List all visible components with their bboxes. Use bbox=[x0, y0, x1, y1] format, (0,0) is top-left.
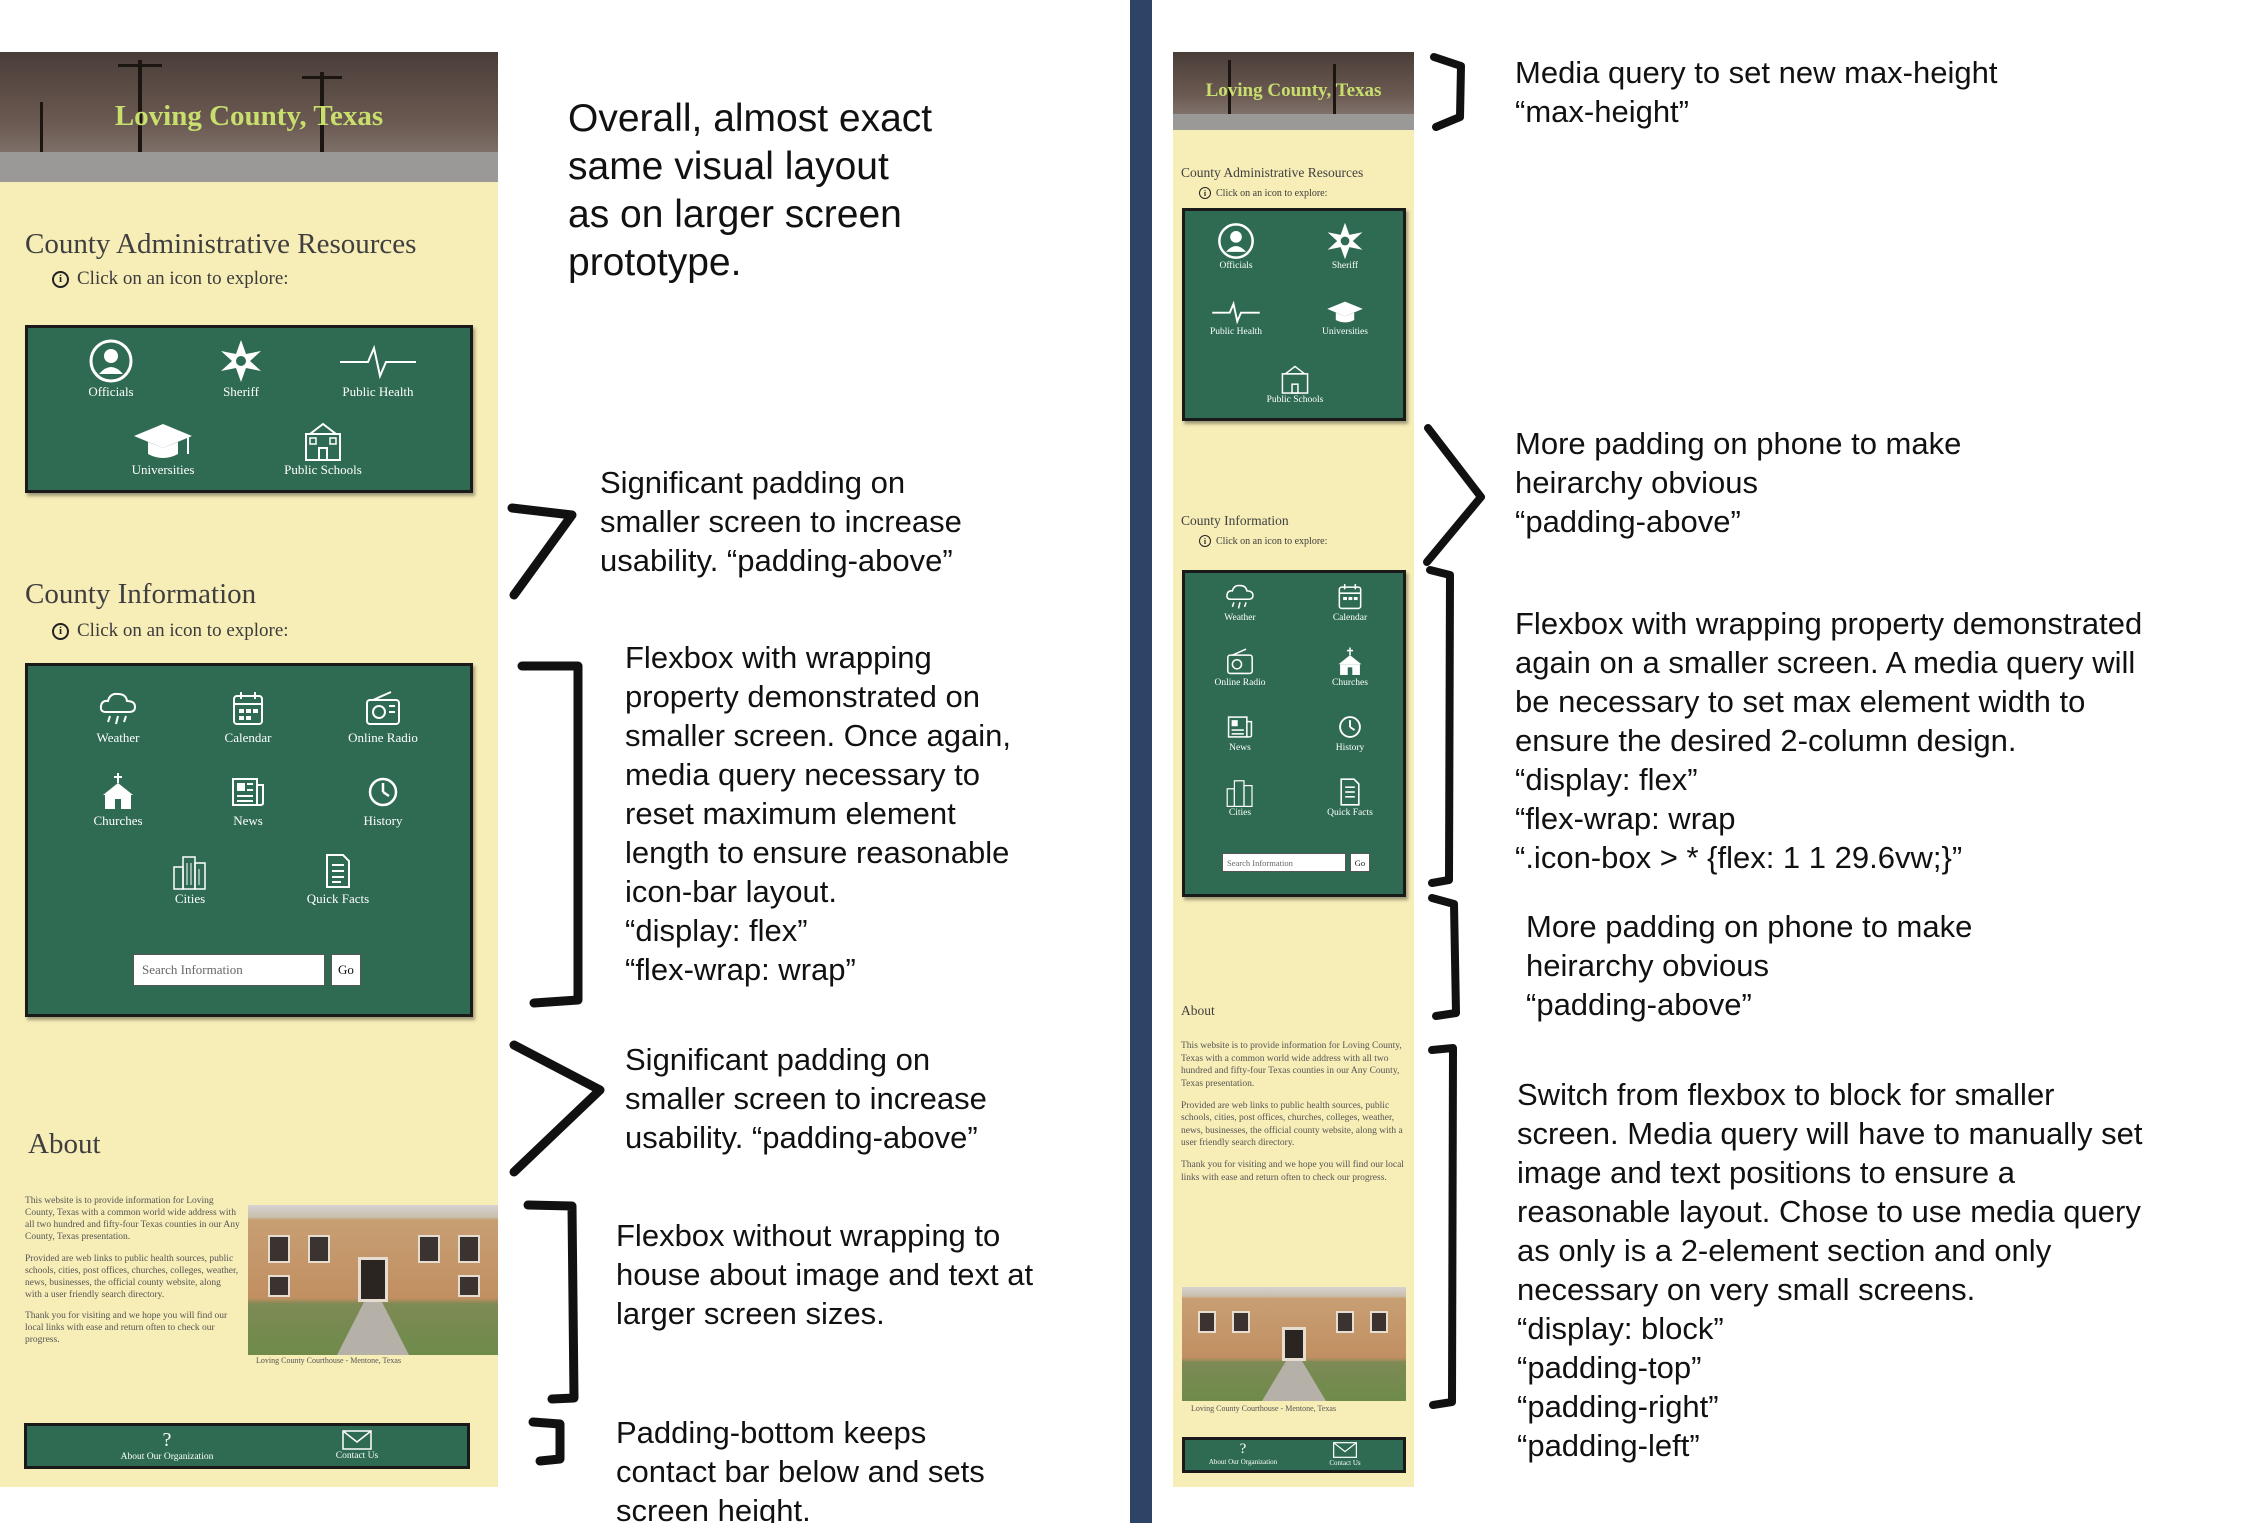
note-right-flexbox: Flexbox with wrapping property demonstra… bbox=[1515, 606, 2143, 875]
bracket-chevron-3 bbox=[1423, 424, 1485, 566]
bracket-square-2 bbox=[523, 1200, 579, 1404]
bracket-square-1 bbox=[517, 661, 583, 1008]
note-right-padding-2: More padding on phone to make heirarchy … bbox=[1526, 909, 1973, 1022]
note-right-maxheight: Media query to set new max-height “max-h… bbox=[1515, 55, 1998, 129]
note-right-padding-1: More padding on phone to make heirarchy … bbox=[1515, 426, 1962, 539]
bracket-curly-1 bbox=[1430, 53, 1465, 131]
note-right-block: Switch from flexbox to block for smaller… bbox=[1517, 1077, 2143, 1463]
note-left-about: Flexbox without wrapping to house about … bbox=[616, 1218, 1034, 1331]
bracket-square-4 bbox=[1426, 566, 1454, 887]
note-left-bottom: Padding-bottom keeps contact bar below a… bbox=[616, 1415, 985, 1523]
bracket-chevron-2 bbox=[509, 1040, 605, 1177]
note-left-padding-2: Significant padding on smaller screen to… bbox=[625, 1042, 987, 1155]
note-left-flexbox: Flexbox with wrapping property demonstra… bbox=[625, 640, 1011, 987]
bracket-square-5 bbox=[1428, 894, 1460, 1020]
bracket-square-6 bbox=[1428, 1044, 1457, 1409]
note-left-padding-1: Significant padding on smaller screen to… bbox=[600, 465, 962, 578]
bracket-square-3 bbox=[528, 1417, 565, 1466]
bracket-chevron-1 bbox=[507, 503, 577, 600]
note-overall: Overall, almost exact same visual layout… bbox=[568, 97, 933, 284]
